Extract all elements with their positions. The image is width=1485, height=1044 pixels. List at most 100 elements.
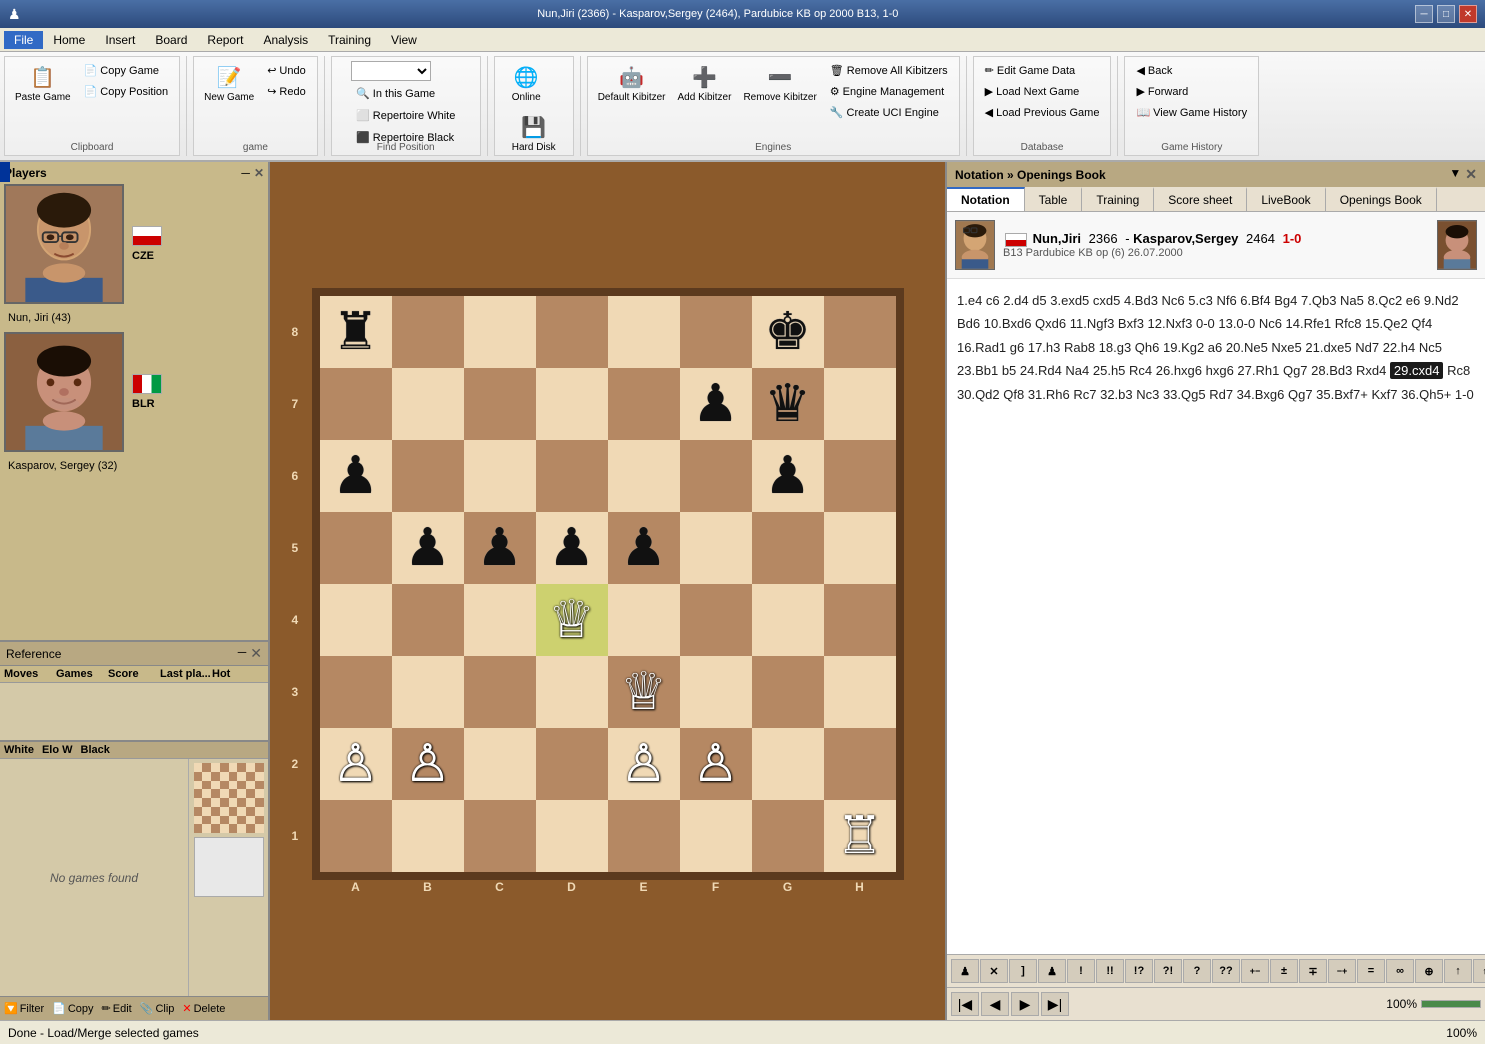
forward-button[interactable]: ▶ Forward	[1131, 82, 1193, 101]
tab-table[interactable]: Table	[1025, 187, 1083, 211]
close-button[interactable]: ✕	[1459, 5, 1477, 23]
ref-games-list[interactable]	[0, 683, 268, 740]
board-cell[interactable]	[536, 728, 608, 800]
repertoire-white-button[interactable]: ⬜ Repertoire White	[351, 106, 460, 125]
paste-game-button[interactable]: 📋 Paste Game	[11, 61, 75, 107]
board-cell[interactable]	[608, 368, 680, 440]
board-cell[interactable]: ♟	[464, 512, 536, 584]
board-cell[interactable]	[392, 656, 464, 728]
board-cell[interactable]	[392, 296, 464, 368]
board-cell[interactable]: ♟	[752, 440, 824, 512]
board-cell[interactable]	[536, 368, 608, 440]
find-position-dropdown[interactable]	[351, 61, 431, 81]
board-cell[interactable]	[392, 440, 464, 512]
board-cell[interactable]: ♙	[320, 728, 392, 800]
filter-button[interactable]: 🔽 Filter	[4, 1002, 44, 1015]
board-cell[interactable]	[680, 800, 752, 872]
online-button[interactable]: 🌐 Online	[508, 61, 545, 107]
board-cell[interactable]	[752, 512, 824, 584]
menu-report[interactable]: Report	[197, 31, 253, 49]
piece-icon-white[interactable]: ♟	[951, 959, 979, 983]
copy-game-button[interactable]: 📄 Copy Game	[79, 61, 174, 80]
board-cell[interactable]	[824, 296, 896, 368]
minus-plus-btn[interactable]: −+	[1328, 959, 1356, 983]
double-question-btn[interactable]: ??	[1212, 959, 1240, 983]
arrow-up-btn[interactable]: ↑	[1444, 959, 1472, 983]
board-cell[interactable]: ♙	[608, 728, 680, 800]
piece-btn[interactable]: ♟	[1038, 959, 1066, 983]
maximize-button[interactable]: □	[1437, 5, 1455, 23]
notation-arrow[interactable]: ▼	[1449, 166, 1461, 183]
board-cell[interactable]: ♜	[320, 296, 392, 368]
clip-button[interactable]: 📎 Clip	[140, 1002, 175, 1015]
hard-disk-button[interactable]: 💾 Hard Disk	[508, 111, 560, 157]
board-cell[interactable]	[680, 440, 752, 512]
board-cell[interactable]	[608, 584, 680, 656]
reference-close[interactable]: ✕	[250, 645, 262, 662]
default-kibitzer-button[interactable]: 🤖 Default Kibitzer	[594, 61, 670, 107]
inf-btn[interactable]: ∞	[1386, 959, 1414, 983]
board-cell[interactable]	[464, 728, 536, 800]
circle-plus-btn[interactable]: ⊕	[1415, 959, 1443, 983]
board-cell[interactable]: ♙	[392, 728, 464, 800]
tab-score-sheet[interactable]: Score sheet	[1154, 187, 1247, 211]
menu-home[interactable]: Home	[43, 31, 95, 49]
menu-training[interactable]: Training	[318, 31, 381, 49]
board-cell[interactable]	[824, 440, 896, 512]
tab-livebook[interactable]: LiveBook	[1247, 187, 1325, 211]
q-exclaim-btn[interactable]: ?!	[1154, 959, 1182, 983]
new-game-button[interactable]: 📝 New Game	[200, 61, 258, 107]
board-cell[interactable]	[464, 800, 536, 872]
board-cell[interactable]	[608, 440, 680, 512]
tab-notation[interactable]: Notation	[947, 187, 1025, 211]
edit-button[interactable]: ✏ Edit	[102, 1002, 132, 1015]
board-cell[interactable]	[320, 800, 392, 872]
nav-prev[interactable]: ◀	[981, 992, 1009, 1016]
board-cell[interactable]	[680, 656, 752, 728]
board-cell[interactable]: ♕	[536, 584, 608, 656]
exclaim-btn[interactable]: !	[1067, 959, 1095, 983]
nav-first[interactable]: |◀	[951, 992, 979, 1016]
board-cell[interactable]	[824, 728, 896, 800]
menu-view[interactable]: View	[381, 31, 427, 49]
board-cell[interactable]	[536, 800, 608, 872]
board-cell[interactable]	[464, 296, 536, 368]
double-arrow-btn[interactable]: ↑↑	[1473, 959, 1485, 983]
remove-all-kibitzers-button[interactable]: 🗑 Remove All Kibitzers	[825, 61, 953, 80]
question-btn[interactable]: ?	[1183, 959, 1211, 983]
players-close[interactable]: ✕	[254, 166, 264, 180]
board-cell[interactable]	[320, 512, 392, 584]
bracket-btn[interactable]: ]	[1009, 959, 1037, 983]
board-cell[interactable]	[320, 368, 392, 440]
board-cell[interactable]	[464, 368, 536, 440]
board-cell[interactable]	[392, 584, 464, 656]
board-cell[interactable]	[824, 512, 896, 584]
board-cell[interactable]	[752, 584, 824, 656]
load-previous-game-button[interactable]: ◀ Load Previous Game	[980, 103, 1105, 122]
board-cell[interactable]	[536, 440, 608, 512]
board-cell[interactable]	[752, 728, 824, 800]
current-move[interactable]: 29.cxd4	[1390, 362, 1444, 379]
copy-position-button[interactable]: 📄 Copy Position	[79, 82, 174, 101]
board-cell[interactable]	[320, 656, 392, 728]
menu-insert[interactable]: Insert	[95, 31, 145, 49]
undo-button[interactable]: ↩ Undo	[262, 61, 311, 80]
delete-button[interactable]: ✕ Delete	[182, 1002, 225, 1015]
reference-minimize[interactable]: ─	[238, 645, 247, 662]
board-cell[interactable]	[824, 368, 896, 440]
minimize-button[interactable]: ─	[1415, 5, 1433, 23]
board-cell[interactable]	[752, 800, 824, 872]
in-this-game-button[interactable]: 🔍 In this Game	[351, 84, 440, 103]
board-cell[interactable]: ♟	[392, 512, 464, 584]
board-cell[interactable]: ♖	[824, 800, 896, 872]
stop-btn[interactable]: ✕	[980, 959, 1008, 983]
load-next-game-button[interactable]: ▶ Load Next Game	[980, 82, 1085, 101]
board-cell[interactable]	[824, 656, 896, 728]
board-cell[interactable]	[680, 296, 752, 368]
exclaim-q-btn[interactable]: !?	[1125, 959, 1153, 983]
board-cell[interactable]: ♟	[680, 368, 752, 440]
board-cell[interactable]: ♛	[752, 368, 824, 440]
nav-last[interactable]: ▶|	[1041, 992, 1069, 1016]
menu-board[interactable]: Board	[145, 31, 197, 49]
board-cell[interactable]	[392, 800, 464, 872]
